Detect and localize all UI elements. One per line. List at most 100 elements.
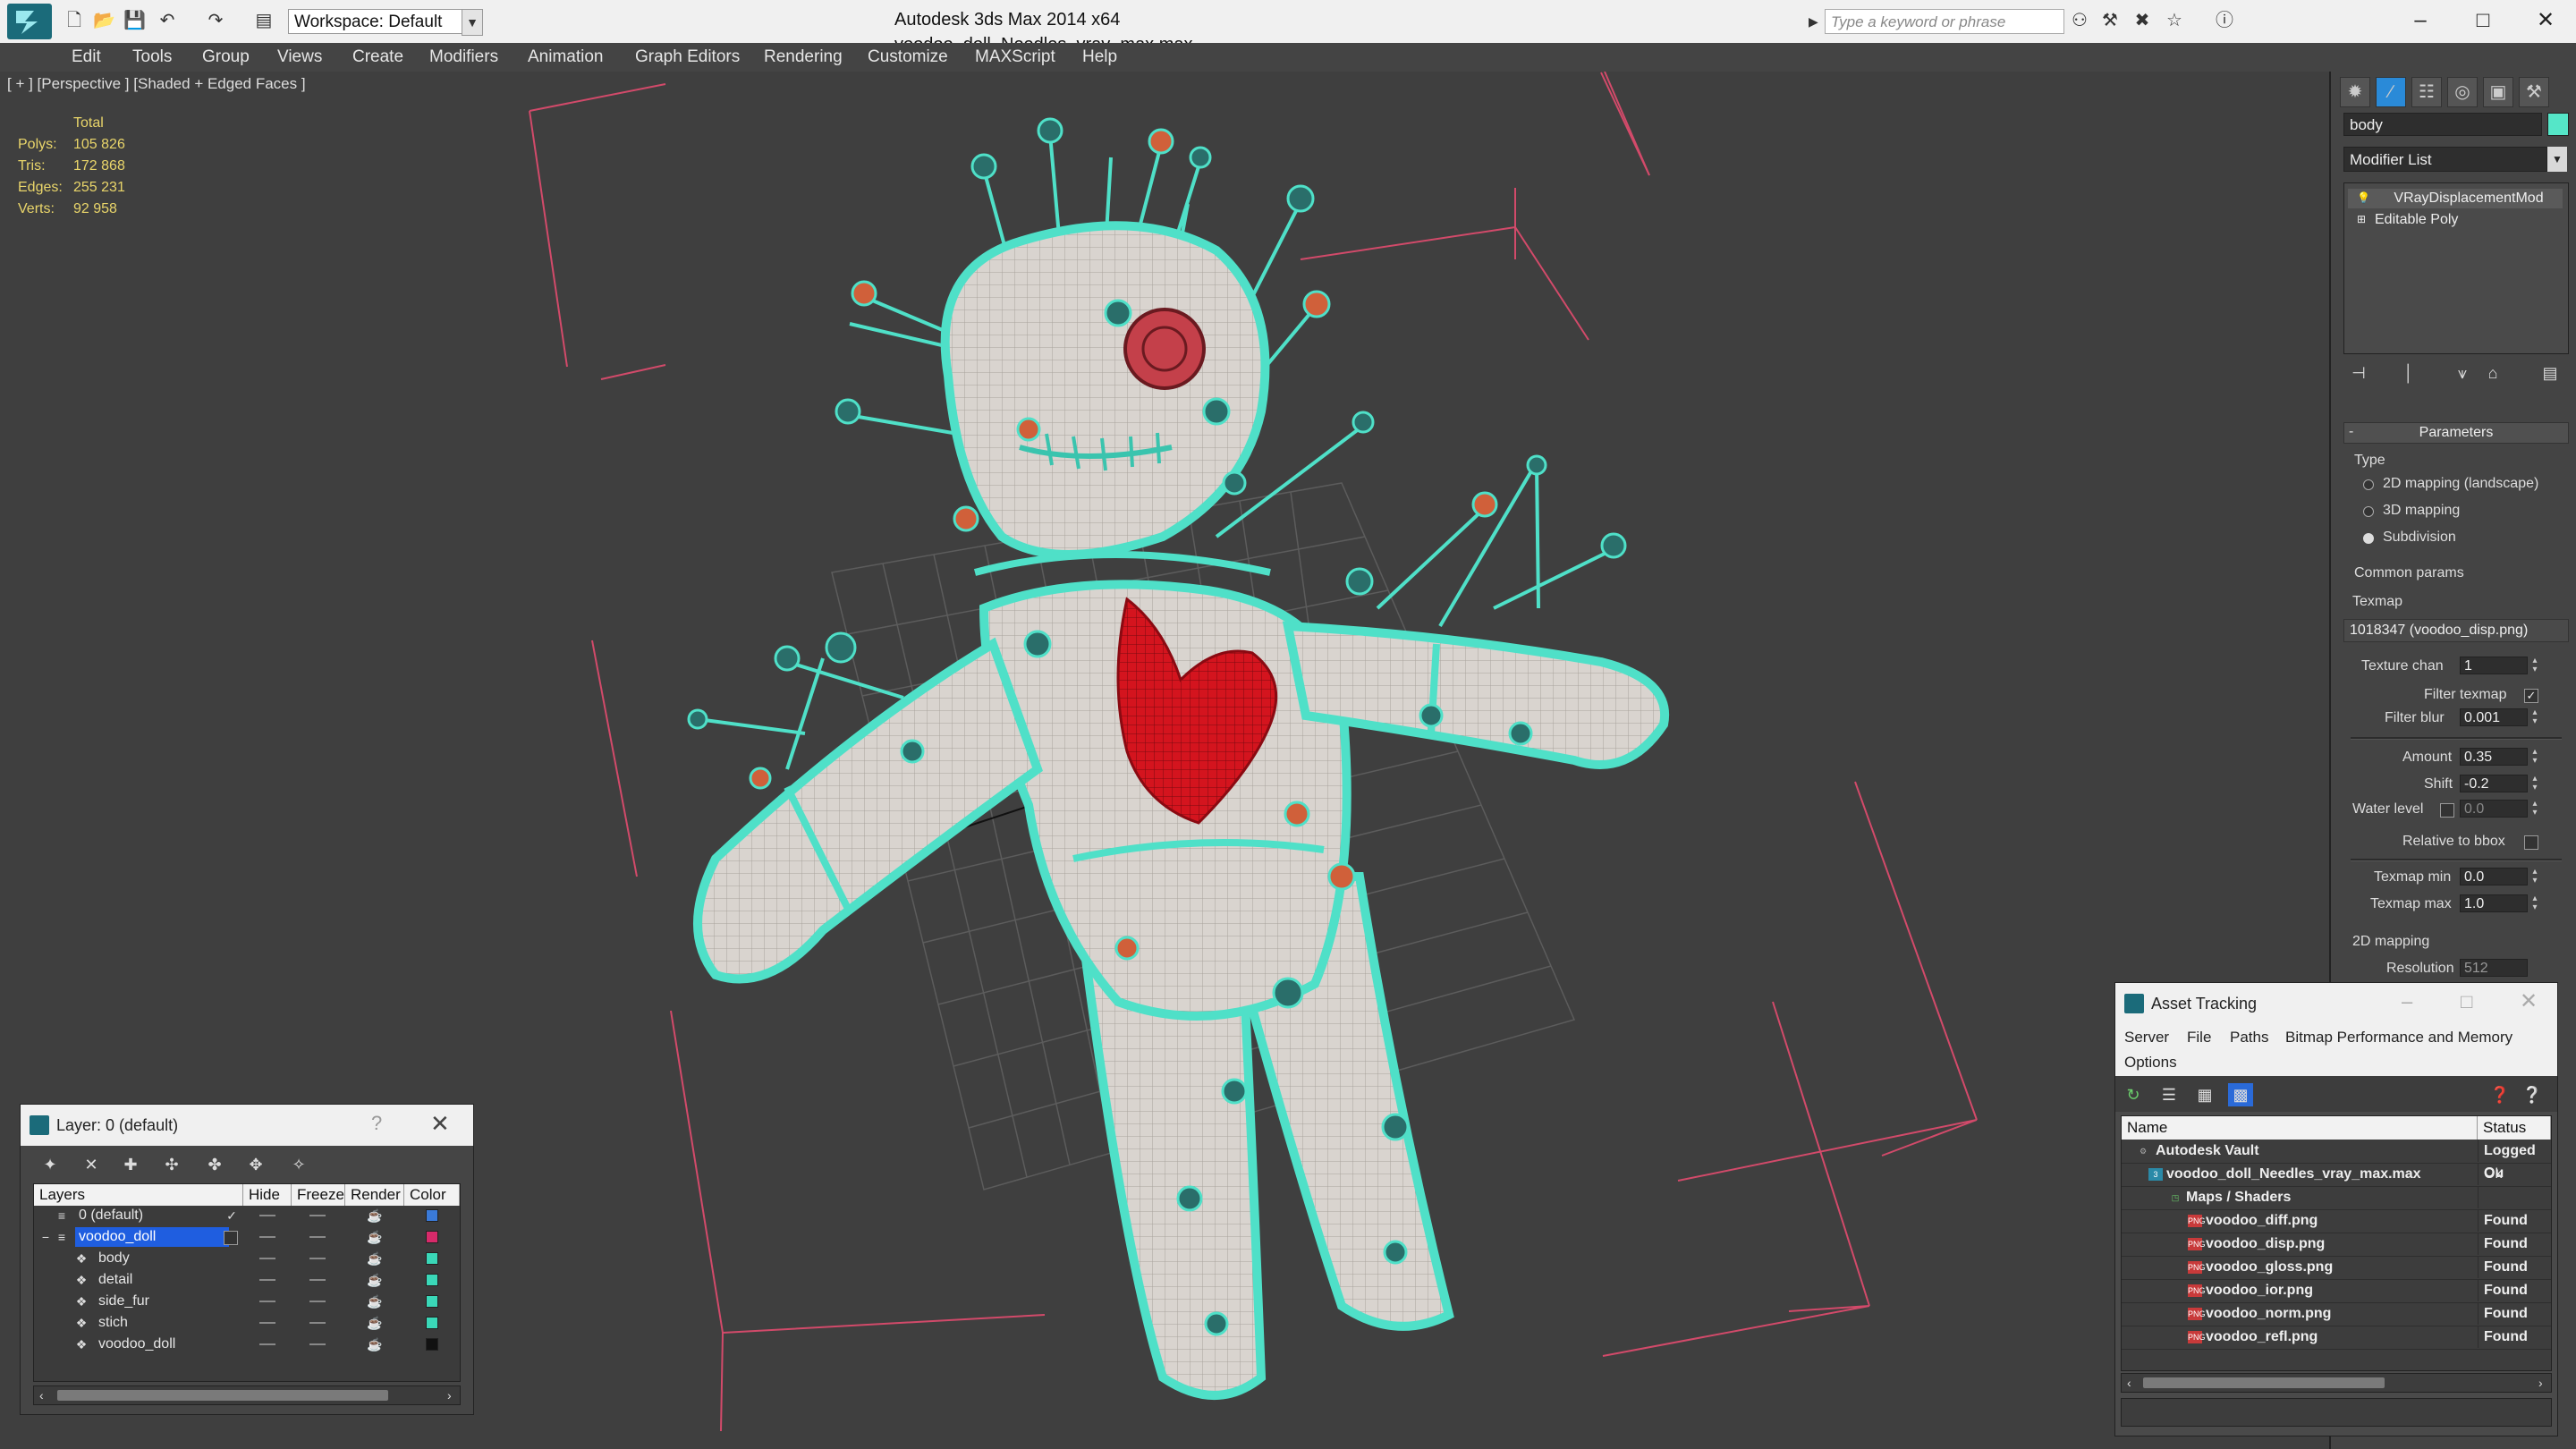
layer-row[interactable]: ❖ voodoo_doll ☕ bbox=[34, 1335, 460, 1356]
undo-icon[interactable]: ↶ bbox=[157, 11, 177, 30]
open-file-icon[interactable]: 📂 bbox=[93, 11, 115, 30]
binoculars-icon[interactable]: ⚇ bbox=[2070, 11, 2089, 30]
show-end-result-icon[interactable]: │ bbox=[2397, 361, 2420, 385]
render-teapot-icon[interactable]: ☕ bbox=[367, 1272, 383, 1288]
render-teapot-icon[interactable]: ☕ bbox=[367, 1229, 383, 1245]
menu-maxscript[interactable]: MAXScript bbox=[975, 43, 1055, 72]
asset-row[interactable]: ◳ Maps / Shaders bbox=[2122, 1186, 2551, 1210]
asset-row[interactable]: ⚙ Autodesk Vault Logged Ou bbox=[2122, 1140, 2551, 1181]
menu-tools[interactable]: Tools bbox=[132, 43, 172, 72]
display-tab-icon[interactable]: ▣ bbox=[2483, 77, 2513, 107]
layer-row[interactable]: ❖ body ☕ bbox=[34, 1249, 460, 1270]
subscription-icon[interactable]: ⚒ bbox=[2100, 11, 2120, 30]
radio-subdivision[interactable] bbox=[2363, 533, 2374, 544]
object-name-field[interactable]: body bbox=[2343, 113, 2542, 136]
spinner-arrows-icon[interactable]: ▴ ▾ bbox=[2529, 708, 2540, 726]
collapse-icon[interactable]: - bbox=[2349, 422, 2353, 442]
menu-edit[interactable]: Edit bbox=[72, 43, 101, 72]
menu-group[interactable]: Group bbox=[202, 43, 250, 72]
maximize-icon[interactable]: □ bbox=[2461, 990, 2472, 1013]
freeze-toggle[interactable] bbox=[309, 1236, 326, 1238]
spinner-arrows-icon[interactable]: ▴ ▾ bbox=[2529, 894, 2540, 912]
modify-tab-icon[interactable]: ∕ bbox=[2376, 77, 2406, 107]
add-to-layer-icon[interactable]: ✚ bbox=[119, 1153, 142, 1176]
asset-row[interactable]: PNG voodoo_ior.png Found bbox=[2122, 1279, 2551, 1303]
create-tab-icon[interactable]: ✹ bbox=[2340, 77, 2370, 107]
minimize-icon[interactable]: – bbox=[2394, 5, 2447, 36]
refresh-icon[interactable]: ↻ bbox=[2121, 1083, 2146, 1106]
grid-view-icon[interactable]: ▩ bbox=[2228, 1083, 2253, 1106]
list-view-icon[interactable]: ☰ bbox=[2157, 1083, 2182, 1106]
highlight-layer-icon[interactable]: ✤ bbox=[203, 1153, 226, 1176]
radio-2d-mapping[interactable] bbox=[2363, 479, 2374, 490]
col-name[interactable]: Name bbox=[2122, 1116, 2478, 1140]
asset-menu-file[interactable]: File bbox=[2187, 1026, 2211, 1049]
active-layer-check-icon[interactable]: ✓ bbox=[224, 1208, 240, 1224]
resolution-spinner[interactable]: 512 bbox=[2460, 959, 2528, 977]
stack-item-vraydisplacementmod[interactable]: 💡 VRayDisplacementMod bbox=[2348, 189, 2563, 208]
delete-layer-icon[interactable]: ✕ bbox=[80, 1153, 103, 1176]
freeze-toggle[interactable] bbox=[309, 1343, 326, 1345]
modifier-list-dropdown[interactable]: Modifier List bbox=[2343, 147, 2547, 172]
freeze-toggle[interactable] bbox=[309, 1279, 326, 1281]
stack-item-editable-poly[interactable]: ⊞ Editable Poly bbox=[2348, 210, 2563, 230]
layer-color-swatch[interactable] bbox=[426, 1209, 438, 1222]
chevron-down-icon[interactable]: ▼ bbox=[2547, 147, 2567, 172]
help-context-icon[interactable]: ❔ bbox=[2520, 1083, 2545, 1106]
water-level-spinner[interactable]: 0.0 bbox=[2460, 800, 2528, 818]
amount-spinner[interactable]: 0.35 bbox=[2460, 748, 2528, 766]
hierarchy-tab-icon[interactable]: ☷ bbox=[2411, 77, 2442, 107]
collapse-icon[interactable]: − bbox=[38, 1229, 54, 1245]
spinner-arrows-icon[interactable]: ▴ ▾ bbox=[2529, 868, 2540, 886]
col-render[interactable]: Render bbox=[345, 1184, 404, 1206]
render-teapot-icon[interactable]: ☕ bbox=[367, 1208, 383, 1224]
save-icon[interactable]: 💾 bbox=[123, 11, 146, 30]
freeze-toggle[interactable] bbox=[309, 1301, 326, 1302]
spinner-arrows-icon[interactable]: ▴ ▾ bbox=[2529, 748, 2540, 766]
render-teapot-icon[interactable]: ☕ bbox=[367, 1315, 383, 1331]
workspace-dropdown[interactable]: Workspace: Default bbox=[288, 9, 474, 34]
freeze-toggle[interactable] bbox=[309, 1258, 326, 1259]
layer-row[interactable]: ❖ side_fur ☕ bbox=[34, 1292, 460, 1313]
remove-modifier-icon[interactable]: ⌂ bbox=[2481, 361, 2504, 385]
horizontal-scrollbar[interactable]: ‹ › bbox=[33, 1385, 461, 1405]
project-folder-icon[interactable]: ▤ bbox=[254, 11, 274, 30]
hide-all-icon[interactable]: ✥ bbox=[244, 1153, 267, 1176]
play-icon[interactable]: ▶ bbox=[1809, 11, 1823, 32]
asset-menu-options[interactable]: Options bbox=[2124, 1051, 2177, 1074]
make-unique-icon[interactable]: ⩛ bbox=[2451, 361, 2474, 385]
col-layers[interactable]: Layers bbox=[34, 1184, 243, 1206]
communication-icon[interactable]: ✖ bbox=[2132, 11, 2152, 30]
menu-modifiers[interactable]: Modifiers bbox=[429, 43, 498, 72]
layer-color-swatch[interactable] bbox=[426, 1295, 438, 1308]
chevron-left-icon[interactable]: ‹ bbox=[2127, 1374, 2131, 1392]
col-freeze[interactable]: Freeze bbox=[292, 1184, 345, 1206]
texmap-button[interactable]: 1018347 (voodoo_disp.png) bbox=[2343, 619, 2569, 642]
menu-graph-editors[interactable]: Graph Editors bbox=[635, 43, 740, 72]
maximize-icon[interactable]: □ bbox=[2456, 5, 2510, 36]
lightbulb-icon[interactable]: 💡 bbox=[2357, 192, 2370, 203]
minimize-icon[interactable]: – bbox=[2402, 990, 2412, 1013]
asset-row[interactable]: PNG voodoo_refl.png Found bbox=[2122, 1326, 2551, 1350]
asset-row[interactable]: PNG voodoo_disp.png Found bbox=[2122, 1233, 2551, 1257]
hide-toggle[interactable] bbox=[259, 1215, 275, 1216]
hide-toggle[interactable] bbox=[259, 1279, 275, 1281]
chevron-down-icon[interactable]: ▼ bbox=[462, 9, 483, 36]
col-color[interactable]: Color bbox=[404, 1184, 460, 1206]
hide-toggle[interactable] bbox=[259, 1322, 275, 1324]
asset-row[interactable]: 3 voodoo_doll_Needles_vray_max.max Ok bbox=[2122, 1163, 2551, 1187]
menu-create[interactable]: Create bbox=[352, 43, 403, 72]
render-teapot-icon[interactable]: ☕ bbox=[367, 1336, 383, 1352]
help-icon[interactable]: ❓ bbox=[2487, 1083, 2512, 1106]
spinner-arrows-icon[interactable]: ▴ ▾ bbox=[2529, 775, 2540, 792]
help-icon[interactable]: ? bbox=[371, 1112, 382, 1135]
chevron-right-icon[interactable]: › bbox=[2538, 1374, 2543, 1392]
shift-spinner[interactable]: -0.2 bbox=[2460, 775, 2528, 792]
col-status[interactable]: Status bbox=[2478, 1116, 2551, 1140]
select-objects-icon[interactable]: ✣ bbox=[160, 1153, 183, 1176]
app-logo-icon[interactable] bbox=[7, 4, 52, 39]
layer-row[interactable]: ❖ stich ☕ bbox=[34, 1313, 460, 1335]
freeze-toggle[interactable] bbox=[309, 1322, 326, 1324]
horizontal-scrollbar[interactable]: ‹ › bbox=[2121, 1373, 2552, 1393]
layer-row[interactable]: ❖ detail ☕ bbox=[34, 1270, 460, 1292]
